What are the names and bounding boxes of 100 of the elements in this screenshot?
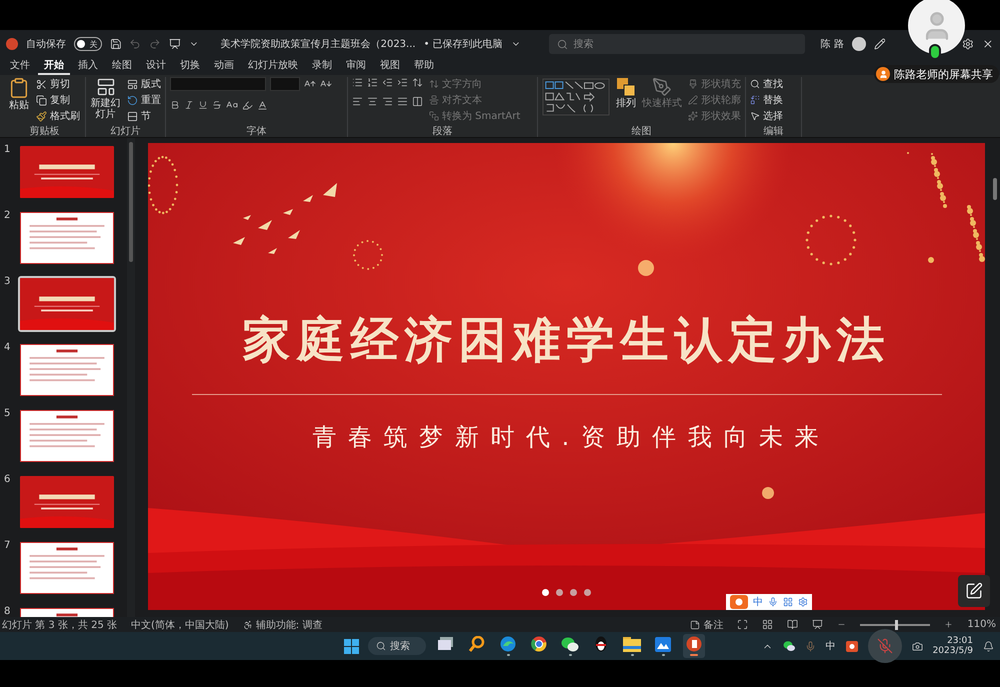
window-stack-icon [438,637,454,651]
copy-button[interactable]: 复制 [36,93,80,107]
font-name-field[interactable] [170,77,266,91]
slide-number: 2 [4,210,12,223]
browser-icon [531,636,547,652]
search-icon [556,38,568,50]
text-direction-icon [429,79,439,89]
align-text-icon [429,95,439,105]
slide-title: 家庭经济困难学生认定办法 [242,311,890,370]
taskbar-search[interactable]: 搜索 [368,637,426,655]
replace-button[interactable]: 替换 [750,93,783,107]
smartart-icon [429,111,439,121]
folder-icon [623,636,641,652]
justify-icon [397,96,408,107]
slide-thumbnail[interactable] [18,474,116,530]
group-label: 字体 [246,124,268,137]
zoom-slider-thumb[interactable] [895,620,898,630]
italic-icon [184,100,194,110]
slide-number: 1 [4,144,12,157]
cut-button[interactable]: 剪切 [36,77,80,91]
indent-increase-icon [397,77,408,88]
slide-subtitle: 青 春 筑 梦 新 时 代 . 资 助 伴 我 向 未 来 [312,422,821,453]
input-mode: 中 [826,640,836,653]
ribbon-tab[interactable]: 绘图 [106,58,138,75]
copy-icon [36,94,47,106]
screen-share-label: 陈路老师的屏幕共享 [894,66,993,82]
find-button[interactable]: 查找 [750,77,783,91]
sorter-view-icon [762,619,774,630]
group-label: 段落 [432,124,454,137]
reset-icon [127,94,138,106]
notes-button[interactable]: 备注 [690,618,724,632]
clipboard-icon [8,77,30,99]
taskbar-app[interactable] [652,634,674,658]
autosave-toggle[interactable]: 关 [74,37,102,51]
slide-thumbnail[interactable] [18,342,116,398]
format-painter-button[interactable]: 格式刷 [36,109,80,123]
autosave-label: 自动保存 [26,38,66,51]
underline-icon [198,100,208,110]
camera-icon [912,640,923,652]
slide-thumbnail[interactable] [18,144,116,200]
ime-logo-icon [846,640,858,652]
clock: 23:01 2023/5/9 [932,636,973,656]
font-color-icon [257,100,268,110]
ribbon-tab[interactable]: 切换 [174,58,206,75]
accessibility-button[interactable]: 辅助功能: 调查 [242,618,322,632]
bell-icon [983,640,994,652]
chat-icon [561,636,579,652]
reset-button[interactable]: 重置 [127,93,161,107]
ribbon-tab[interactable]: 动画 [208,58,240,75]
language-label: 中文(简体，中国大陆) [130,618,229,632]
ribbon-tab[interactable]: 审阅 [340,58,372,75]
slide-thumbnail[interactable] [18,276,116,332]
slide-number: 7 [4,540,12,553]
highlighter-icon [242,100,253,110]
browser-icon [500,636,516,652]
taskbar-app[interactable] [621,634,643,658]
slide-thumbnail[interactable] [18,408,116,464]
strikethrough-icon [212,100,222,110]
indent-decrease-icon [382,77,393,88]
ribbon-tab[interactable]: 幻灯片放映 [242,58,304,75]
slide-icon [96,77,116,97]
settings-icon [798,597,808,607]
normal-view-icon [737,619,748,630]
ribbon-tab[interactable]: 设计 [140,58,172,75]
paste-button[interactable]: 粘贴 [8,77,30,111]
slide-number: 5 [4,408,12,421]
pointer-icon [750,111,760,121]
taskbar-app[interactable] [683,634,705,658]
slide-thumbnail[interactable] [18,540,116,596]
zoom-in-icon [944,620,954,629]
undo-icon [129,38,142,50]
select-button[interactable]: 选择 [750,109,783,123]
ribbon-tab[interactable]: 帮助 [408,58,440,75]
ribbon-tab[interactable]: 视图 [374,58,406,75]
section-button[interactable]: 节 [127,109,161,123]
annotate-button[interactable] [958,575,990,607]
slide-thumbnail[interactable] [18,210,116,266]
columns-icon [412,96,423,107]
layout-button[interactable]: 版式 [127,77,161,91]
presentation-app-icon [686,636,702,652]
mute-button[interactable] [868,629,902,663]
numbering-icon [367,77,378,88]
search-field[interactable]: 搜索 [548,34,805,54]
gallery-icon [655,636,671,652]
slideshow-icon [812,619,824,630]
layout-icon [127,78,138,90]
outline-icon [688,95,698,105]
shapes-gallery-drawing[interactable] [542,77,610,117]
ribbon-tab[interactable]: 插入 [72,58,104,75]
new-slide-button[interactable]: 新建幻灯片 [90,77,121,120]
ribbon-tab[interactable]: 文件 [4,58,36,75]
document-title: 美术学院资助政策宣传月主题班会（2023... [220,38,416,51]
group-label: 幻灯片 [110,124,142,137]
start-icon[interactable] [344,638,359,654]
chat-icon [782,641,795,651]
edit-icon [965,582,983,600]
font-size-field[interactable] [270,77,300,91]
arrange-button[interactable]: 排列 [616,77,636,109]
notes-icon [690,620,700,630]
ribbon-tab[interactable]: 录制 [306,58,338,75]
